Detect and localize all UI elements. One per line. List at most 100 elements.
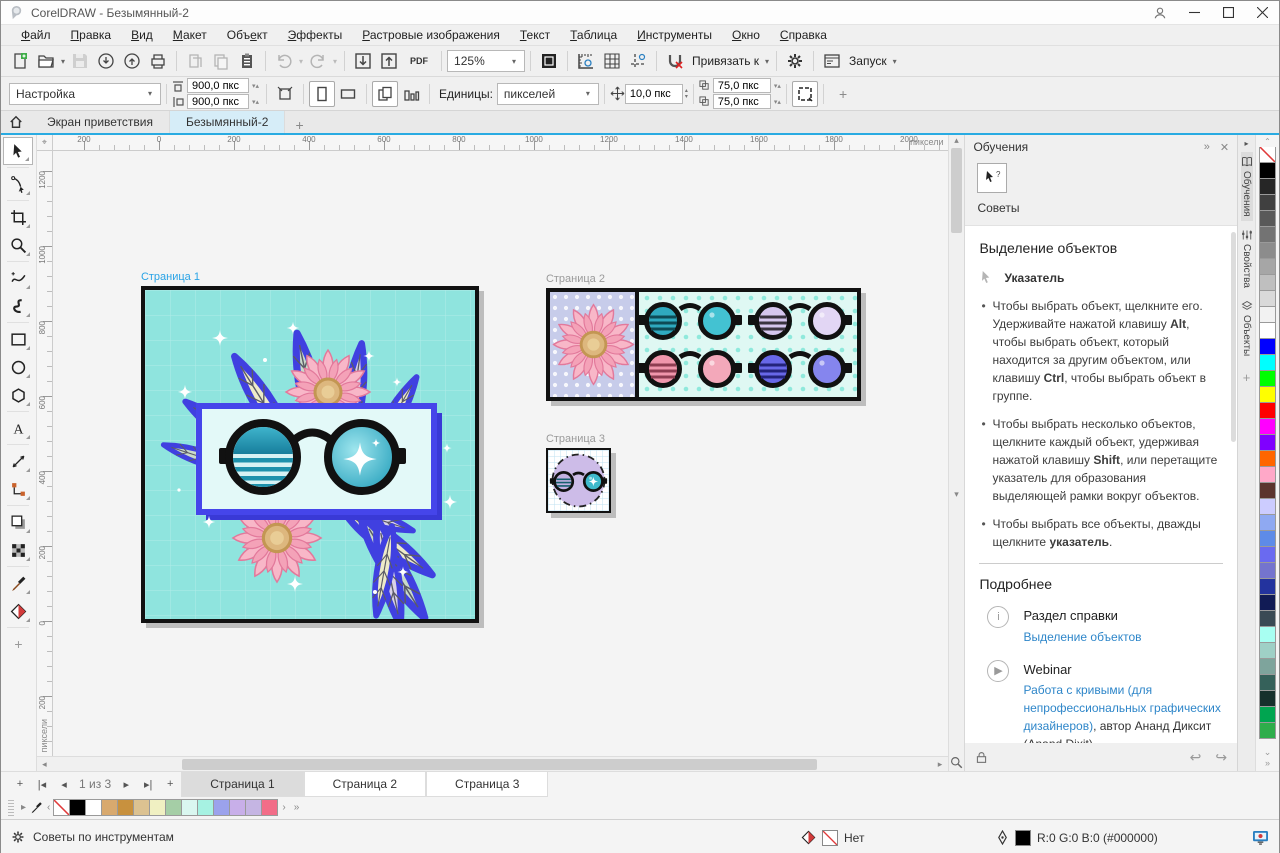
docker-scroll-thumb[interactable] — [1231, 232, 1236, 442]
page-tab-3[interactable]: Страница 3 — [426, 772, 548, 797]
drop-shadow-tool[interactable] — [3, 508, 33, 536]
document-palette-swatch[interactable] — [149, 799, 166, 816]
page3-artwork[interactable] — [546, 448, 611, 513]
horizontal-ruler[interactable]: пиксели200020040060080010001200140016001… — [53, 135, 948, 151]
palette-color-swatch[interactable] — [1259, 242, 1276, 259]
portrait-orientation-button[interactable] — [309, 81, 335, 107]
drawing-canvas[interactable]: Страница 1 — [53, 151, 948, 756]
duplicate-y-field[interactable] — [713, 94, 771, 109]
palette-color-swatch[interactable] — [1259, 322, 1276, 339]
docker-tab-properties[interactable]: Свойства — [1241, 225, 1253, 292]
treat-as-filled-button[interactable] — [792, 81, 818, 107]
docker-tab-objects[interactable]: Объекты — [1241, 296, 1253, 360]
more-tools-button[interactable]: + — [3, 630, 33, 658]
palette-scroll-down[interactable]: ⌄ — [1264, 747, 1272, 757]
last-page-button[interactable]: ▸| — [137, 778, 159, 791]
scroll-up-arrow[interactable]: ▴ — [949, 135, 964, 146]
palette-color-swatch[interactable] — [1259, 594, 1276, 611]
docker-collapse-icon[interactable]: » — [1204, 141, 1210, 154]
save-to-cloud-button[interactable] — [119, 48, 145, 74]
tab-untitled-2[interactable]: Безымянный-2 — [170, 111, 285, 133]
undo-button[interactable] — [271, 48, 297, 74]
vertical-scroll-thumb[interactable] — [951, 148, 962, 233]
open-dropdown-caret[interactable]: ▾ — [61, 57, 65, 66]
palette-color-swatch[interactable] — [1259, 626, 1276, 643]
add-docker-button[interactable]: + — [1243, 370, 1251, 385]
menu-item-5[interactable]: Объект — [217, 26, 278, 44]
polygon-tool[interactable] — [3, 381, 33, 409]
status-gear-icon[interactable] — [11, 830, 25, 844]
palette-grip[interactable] — [8, 800, 14, 816]
palette-color-swatch[interactable] — [1259, 578, 1276, 595]
document-palette-swatch[interactable] — [181, 799, 198, 816]
menu-item-7[interactable]: Растровые изображения — [352, 26, 510, 44]
palette-color-swatch[interactable] — [1259, 482, 1276, 499]
lock-icon[interactable] — [975, 751, 988, 764]
autofit-page-button[interactable] — [272, 81, 298, 107]
zoom-tool[interactable] — [3, 231, 33, 259]
palette-color-swatch[interactable] — [1259, 210, 1276, 227]
palette-color-swatch[interactable] — [1259, 338, 1276, 355]
menu-item-9[interactable]: Таблица — [560, 26, 627, 44]
prev-page-button[interactable]: ◂ — [53, 778, 75, 791]
palette-color-swatch[interactable] — [1259, 147, 1276, 163]
text-tool[interactable]: A — [3, 414, 33, 442]
eyedropper-tool[interactable] — [3, 569, 33, 597]
next-page-button[interactable]: ▸ — [115, 778, 137, 791]
new-tab-button[interactable]: + — [285, 117, 313, 133]
vertical-ruler[interactable]: пиксели120010008006004002000200 — [37, 151, 53, 756]
nav-back-icon[interactable]: ↩ — [1190, 749, 1202, 766]
palette-color-swatch[interactable] — [1259, 674, 1276, 691]
launch-icon[interactable] — [819, 48, 845, 74]
ellipse-tool[interactable] — [3, 353, 33, 381]
menu-item-4[interactable]: Макет — [163, 26, 217, 44]
strip-expand-icon[interactable]: ▸ — [1245, 139, 1249, 148]
cut-button[interactable] — [182, 48, 208, 74]
artistic-media-tool[interactable] — [3, 292, 33, 320]
page-width-field[interactable] — [187, 78, 249, 93]
docker-close-icon[interactable]: ✕ — [1220, 141, 1229, 154]
palette-color-swatch[interactable] — [1259, 546, 1276, 563]
crop-tool[interactable] — [3, 203, 33, 231]
menu-item-10[interactable]: Инструменты — [627, 26, 722, 44]
duplicate-x-field[interactable] — [713, 78, 771, 93]
launch-label[interactable]: Запуск — [849, 54, 887, 68]
document-palette-swatch[interactable] — [133, 799, 150, 816]
outline-none-swatch[interactable] — [822, 830, 838, 846]
tab-welcome-screen[interactable]: Экран приветствия — [31, 111, 170, 133]
customize-plus-button[interactable]: + — [829, 86, 857, 102]
page1-artwork[interactable] — [141, 286, 479, 623]
fullscreen-preview-button[interactable] — [536, 48, 562, 74]
palette-color-swatch[interactable] — [1259, 690, 1276, 707]
show-grid-button[interactable] — [599, 48, 625, 74]
docker-tab-learn[interactable]: Обучения — [1241, 152, 1253, 221]
document-palette-swatch[interactable] — [101, 799, 118, 816]
palette-color-swatch[interactable] — [1259, 450, 1276, 467]
palette-color-swatch[interactable] — [1259, 658, 1276, 675]
palette-color-swatch[interactable] — [1259, 610, 1276, 627]
dimension-tool[interactable] — [3, 447, 33, 475]
connector-tool[interactable] — [3, 475, 33, 503]
menu-item-6[interactable]: Эффекты — [278, 26, 353, 44]
palette-color-swatch[interactable] — [1259, 258, 1276, 275]
document-palette-swatch[interactable] — [245, 799, 262, 816]
landscape-orientation-button[interactable] — [335, 81, 361, 107]
undo-dropdown-caret[interactable]: ▾ — [299, 57, 303, 66]
units-combo[interactable]: пикселей▾ — [497, 83, 599, 105]
palette-color-swatch[interactable] — [1259, 418, 1276, 435]
snap-off-button[interactable] — [662, 48, 688, 74]
display-icon[interactable] — [1252, 830, 1269, 845]
maximize-button[interactable] — [1211, 1, 1245, 24]
page-tab-2[interactable]: Страница 2 — [304, 772, 426, 797]
menu-item-3[interactable]: Вид — [121, 26, 163, 44]
zoom-level-combo[interactable]: 125%▾ — [447, 50, 525, 72]
snap-to-label[interactable]: Привязать к — [692, 54, 759, 68]
export-button[interactable] — [376, 48, 402, 74]
palette-color-swatch[interactable] — [1259, 290, 1276, 307]
document-palette-swatch[interactable] — [117, 799, 134, 816]
nudge-spinner[interactable]: ▴▾ — [685, 88, 688, 100]
save-button[interactable] — [67, 48, 93, 74]
palette-color-swatch[interactable] — [1259, 514, 1276, 531]
palette-color-swatch[interactable] — [1259, 530, 1276, 547]
close-button[interactable] — [1245, 1, 1279, 24]
